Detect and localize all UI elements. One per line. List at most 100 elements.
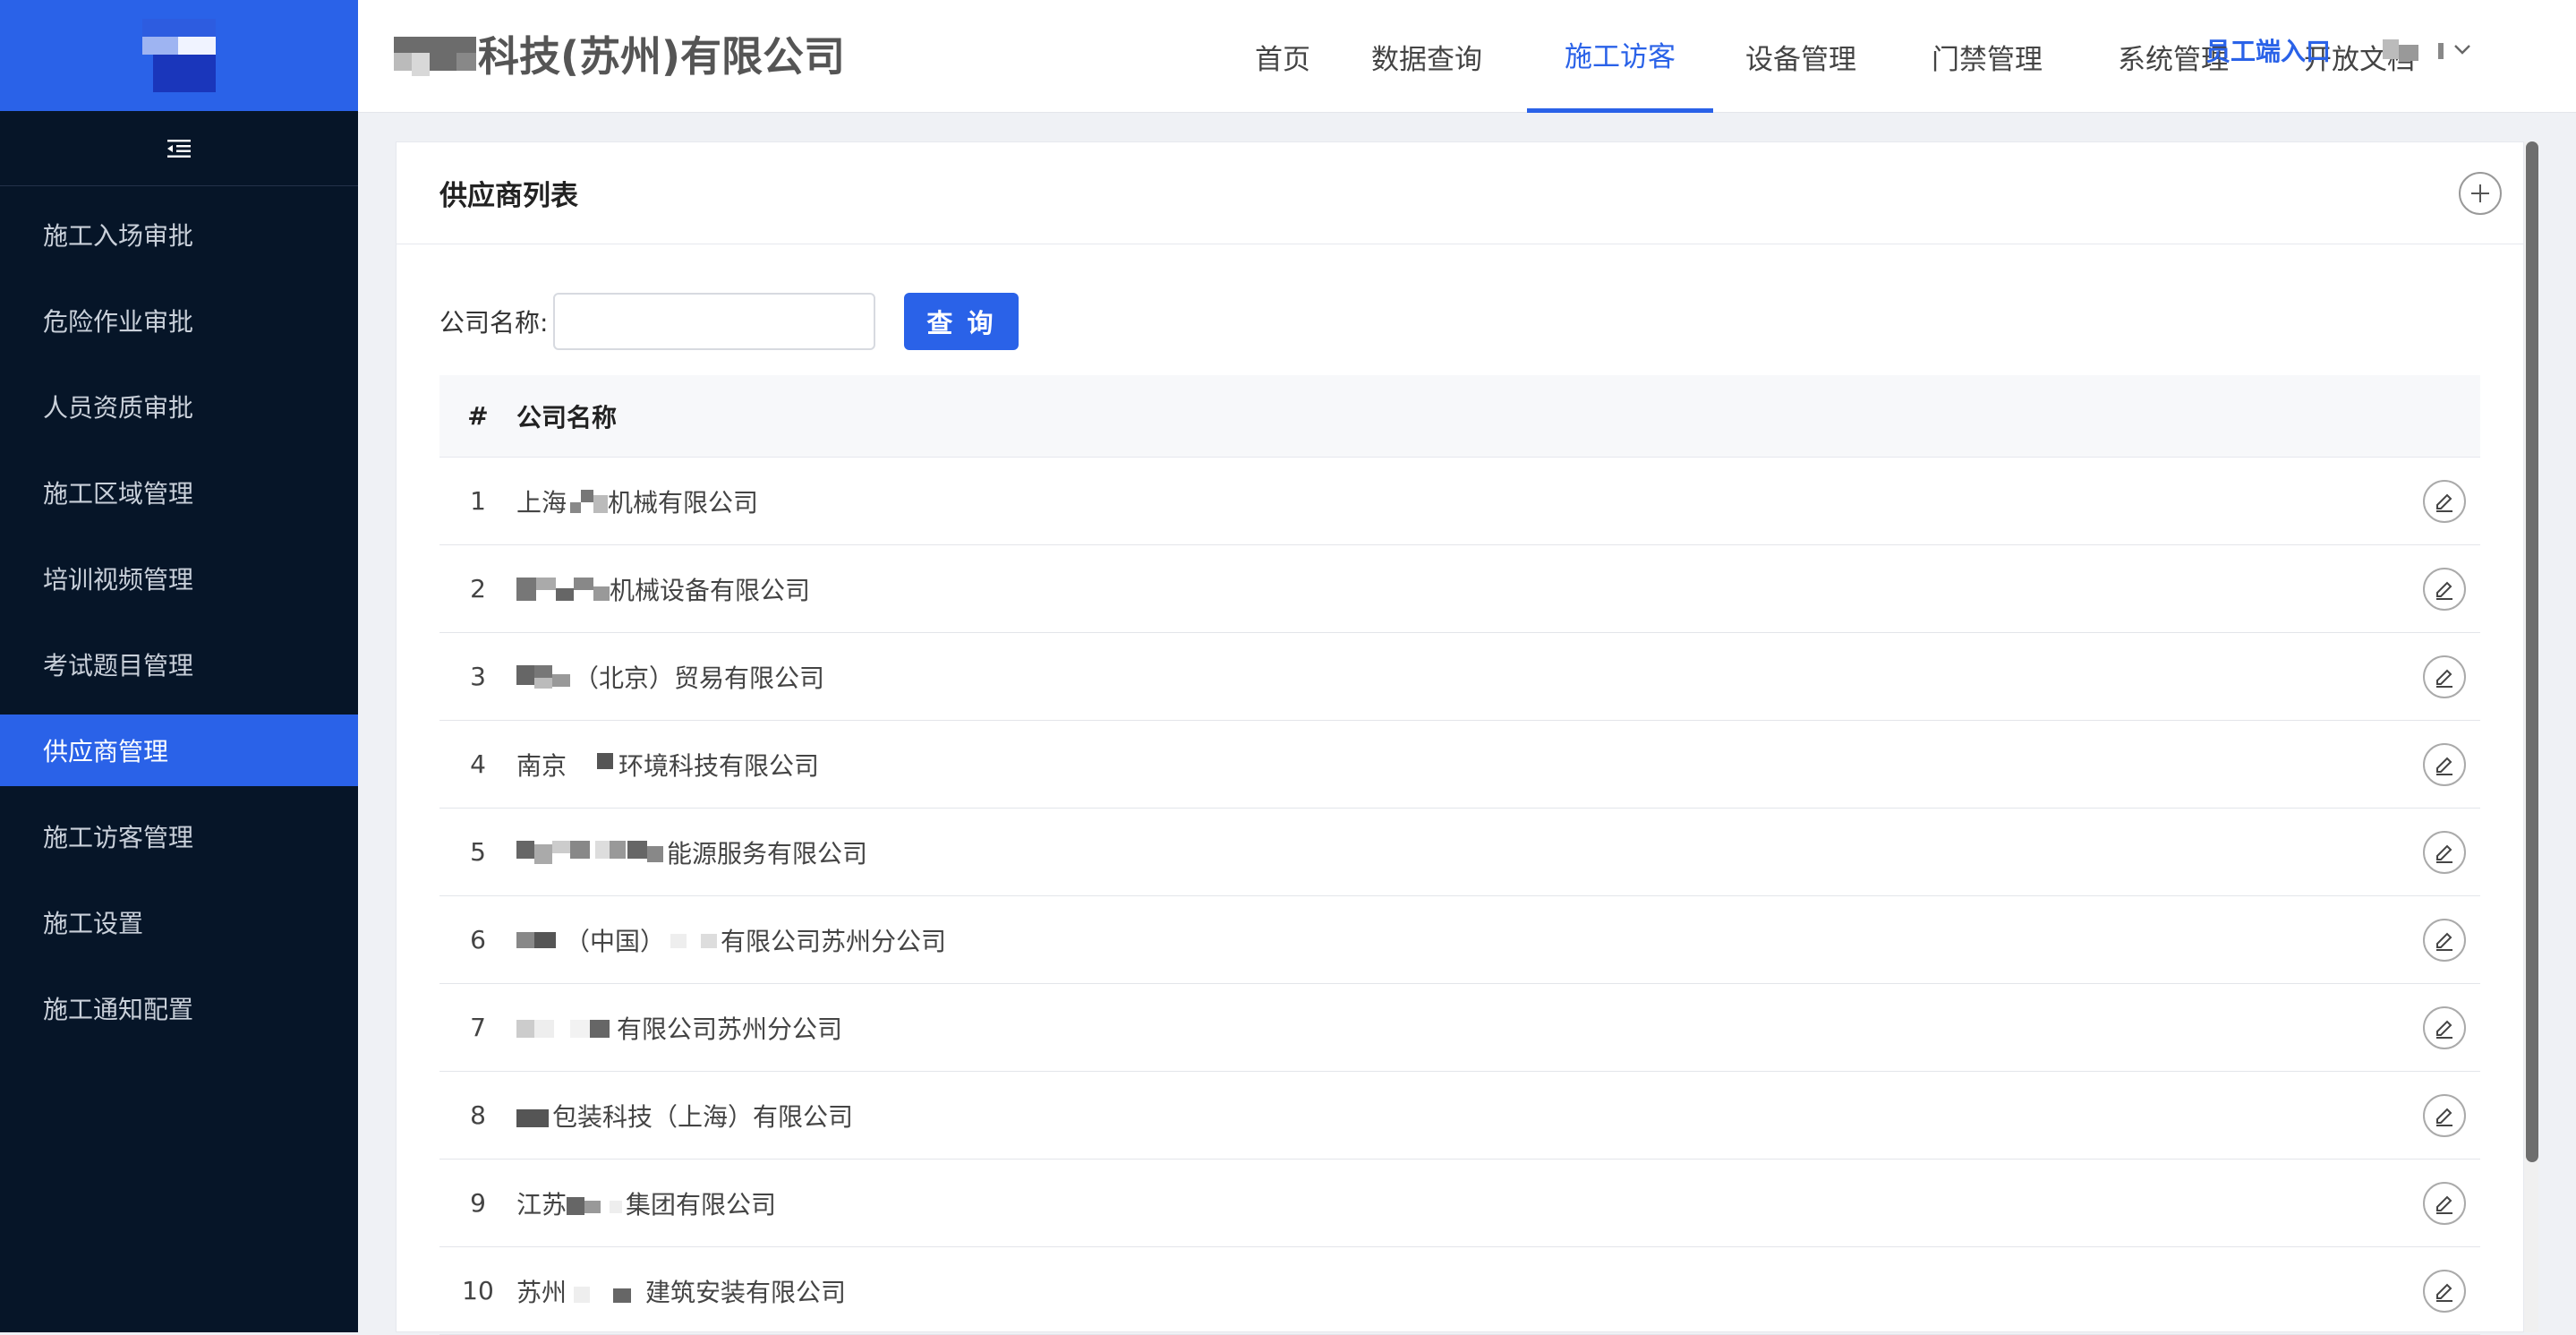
company-name-prefix: 江苏 [516, 1189, 567, 1219]
sidebar-item-exam-question-management[interactable]: 考试题目管理 [0, 629, 358, 700]
redacted-mosaic [567, 489, 609, 513]
edit-icon [2436, 493, 2452, 512]
company-name-suffix: 能源服务有限公司 [667, 838, 868, 869]
edit-icon [2436, 1195, 2452, 1214]
sidebar-item-construction-entry-approval[interactable]: 施工入场审批 [0, 199, 358, 270]
column-header-index: # [467, 401, 489, 431]
row-company-name: 江苏 集团有限公司 [516, 1185, 776, 1221]
edit-button[interactable] [2423, 1182, 2466, 1225]
tab-home[interactable]: 首页 [1241, 0, 1325, 113]
redacted-mosaic [567, 752, 618, 776]
supplier-table: # 公司名称 1 上海 机械有限公司 2 机械设备有限公司 3 （北京）贸易有限… [439, 375, 2480, 1335]
tab-access-control[interactable]: 门禁管理 [1923, 0, 2051, 113]
row-company-name: 南京 环境科技有限公司 [516, 747, 819, 783]
sidebar-item-construction-notification-config[interactable]: 施工通知配置 [0, 972, 358, 1044]
redacted-mosaic [516, 1016, 617, 1040]
redacted-mosaic [567, 1192, 626, 1215]
edit-icon [2436, 669, 2452, 688]
edit-button[interactable] [2423, 1006, 2466, 1049]
company-title: 科技(苏州)有限公司 [394, 27, 845, 81]
company-name-prefix: 南京 [516, 750, 567, 781]
sidebar-item-training-video-management[interactable]: 培训视频管理 [0, 543, 358, 614]
company-name-suffix: 环境科技有限公司 [618, 750, 820, 781]
company-name-suffix: 包装科技（上海）有限公司 [552, 1101, 854, 1132]
row-index: 6 [470, 925, 486, 954]
company-logo [142, 19, 216, 92]
table-row: 7 有限公司苏州分公司 [439, 984, 2480, 1072]
page-scrollbar[interactable] [2524, 141, 2538, 1332]
table-row: 1 上海 机械有限公司 [439, 458, 2480, 545]
tab-data-query[interactable]: 数据查询 [1364, 0, 1489, 113]
company-name-suffix: 建筑安装有限公司 [645, 1277, 847, 1307]
edit-button[interactable] [2423, 568, 2466, 611]
table-row: 8 包装科技（上海）有限公司 [439, 1072, 2480, 1160]
edit-icon [2436, 757, 2452, 775]
company-name-input[interactable] [553, 293, 876, 350]
tab-device-management[interactable]: 设备管理 [1736, 0, 1865, 113]
edit-button[interactable] [2423, 831, 2466, 874]
row-index: 10 [462, 1276, 494, 1305]
edit-icon [2436, 844, 2452, 863]
redacted-mosaic [516, 1104, 552, 1127]
company-name-suffix: （北京）贸易有限公司 [574, 663, 825, 693]
row-company-name: 包装科技（上海）有限公司 [516, 1098, 853, 1134]
company-name-suffix: 有限公司苏州分公司 [617, 1014, 843, 1044]
edit-button[interactable] [2423, 1094, 2466, 1137]
company-name-suffix: 有限公司苏州分公司 [721, 926, 947, 956]
edit-icon [2436, 581, 2452, 600]
edit-icon [2436, 1108, 2452, 1126]
table-row: 9 江苏 集团有限公司 [439, 1160, 2480, 1247]
table-row: 2 机械设备有限公司 [439, 545, 2480, 633]
sidebar: 施工入场审批 危险作业审批 人员资质审批 施工区域管理 培训视频管理 考试题目管… [0, 0, 358, 1332]
row-company-name: 能源服务有限公司 [516, 834, 867, 870]
sidebar-item-dangerous-work-approval[interactable]: 危险作业审批 [0, 285, 358, 356]
sidebar-item-personnel-qualification-approval[interactable]: 人员资质审批 [0, 371, 358, 442]
company-name-label: 公司名称: [439, 308, 549, 338]
user-menu[interactable] [2383, 36, 2472, 63]
sidebar-item-supplier-management[interactable]: 供应商管理 [0, 715, 358, 786]
company-name-suffix: 集团有限公司 [626, 1189, 777, 1219]
redacted-mosaic [516, 840, 667, 864]
sidebar-collapse-button[interactable] [0, 111, 358, 186]
table-row: 10 苏州 建筑安装有限公司 [439, 1247, 2480, 1335]
sidebar-item-construction-visitor-management[interactable]: 施工访客管理 [0, 800, 358, 872]
redacted-mosaic [567, 1279, 645, 1303]
redacted-mosaic [516, 929, 565, 952]
edit-button[interactable] [2423, 655, 2466, 698]
edit-icon [2436, 1020, 2452, 1039]
add-supplier-button[interactable] [2459, 172, 2502, 215]
edit-button[interactable] [2423, 743, 2466, 786]
search-form: 公司名称: 查 询 [439, 293, 1019, 350]
redacted-mosaic [665, 929, 721, 952]
supplier-list-card: 供应商列表 公司名称: 查 询 # 公司名称 1 上海 机械有限公司 2 机械设… [396, 141, 2524, 1335]
row-company-name: 上海 机械有限公司 [516, 484, 758, 519]
row-index: 8 [470, 1100, 486, 1130]
row-index: 5 [470, 837, 486, 867]
redacted-mosaic [516, 664, 574, 689]
table-row: 6 （中国） 有限公司苏州分公司 [439, 896, 2480, 984]
company-name-prefix: 苏州 [516, 1277, 567, 1307]
company-name: 科技(苏州)有限公司 [478, 32, 846, 81]
chevron-down-icon [2454, 45, 2470, 55]
edit-button[interactable] [2423, 919, 2466, 962]
table-row: 5 能源服务有限公司 [439, 809, 2480, 896]
company-name-middle: （中国） [565, 926, 666, 956]
row-index: 1 [470, 486, 486, 516]
tab-construction-visitor[interactable]: 施工访客 [1527, 0, 1713, 113]
redacted-mosaic [516, 577, 610, 601]
row-index: 3 [470, 662, 486, 691]
search-button[interactable]: 查 询 [904, 293, 1019, 350]
avatar [2383, 36, 2445, 63]
plus-icon [2471, 184, 2489, 202]
table-header: # 公司名称 [439, 375, 2480, 458]
employee-entry-link[interactable]: 员工端入口 [2205, 32, 2331, 68]
row-company-name: 苏州 建筑安装有限公司 [516, 1273, 846, 1309]
row-index: 4 [470, 749, 486, 779]
page-title: 供应商列表 [439, 180, 578, 212]
row-company-name: （北京）贸易有限公司 [516, 659, 824, 695]
edit-button[interactable] [2423, 480, 2466, 523]
sidebar-item-construction-settings[interactable]: 施工设置 [0, 886, 358, 958]
scrollbar-thumb[interactable] [2526, 141, 2538, 1162]
sidebar-item-construction-area-management[interactable]: 施工区域管理 [0, 457, 358, 528]
edit-button[interactable] [2423, 1270, 2466, 1313]
